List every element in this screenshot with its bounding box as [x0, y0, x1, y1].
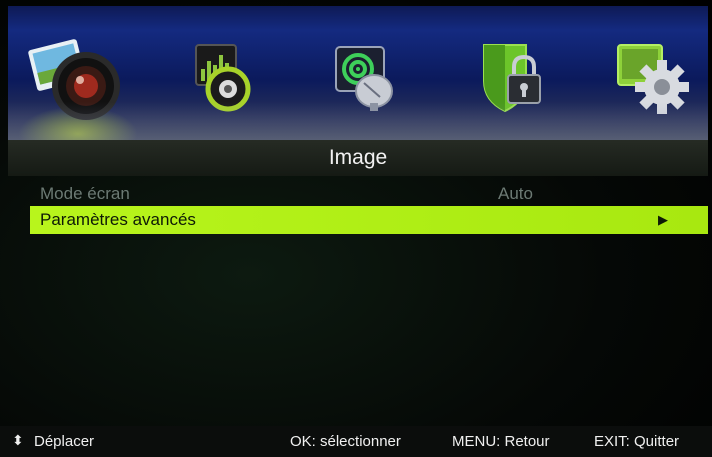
tab-settings[interactable]: [596, 24, 706, 128]
sound-equalizer-icon: [195, 44, 251, 112]
help-bar: ⬍ Déplacer OK: sélectionner MENU: Retour…: [0, 426, 712, 457]
up-down-arrow-icon: ⬍: [12, 432, 24, 448]
tab-picture[interactable]: [22, 24, 132, 128]
tv-osd-screen: Image Mode écran Auto Paramètres avancés…: [0, 0, 712, 457]
menu-item-value: Auto: [498, 184, 533, 203]
menu-item-advanced-settings[interactable]: Paramètres avancés ▶: [30, 206, 708, 234]
channel-satellite-icon: [335, 46, 393, 111]
menu-title-bar: Image: [8, 140, 708, 176]
menu-item-label: Paramètres avancés: [40, 210, 196, 229]
menu-tab-bar: [8, 6, 708, 140]
help-menu: MENU: Retour: [452, 433, 550, 450]
help-move: Déplacer: [34, 433, 95, 450]
menu-title: Image: [328, 146, 388, 169]
lock-shield-icon: [483, 44, 541, 113]
picture-camera-icon: [28, 39, 120, 120]
menu-item-label: Mode écran: [40, 184, 130, 203]
help-ok: OK: sélectionner: [290, 433, 401, 450]
help-exit: EXIT: Quitter: [594, 433, 680, 450]
tab-lock[interactable]: [456, 24, 566, 128]
menu-item-screen-mode[interactable]: Mode écran Auto: [30, 180, 708, 208]
active-tab-glow: [18, 106, 138, 140]
settings-gear-icon: [617, 44, 689, 114]
tab-sound[interactable]: [166, 24, 276, 128]
submenu-arrow-icon: ▶: [658, 212, 668, 227]
tab-channel[interactable]: [308, 24, 418, 128]
